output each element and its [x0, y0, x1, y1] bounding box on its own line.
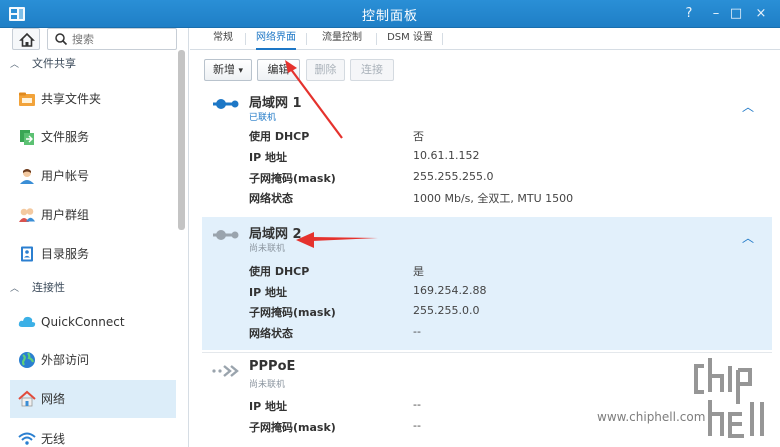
- main-panel: 常规 网络界面 流量控制 DSM 设置 新增 ▾ 编辑 删除 连接 局域网 1 …: [190, 28, 780, 447]
- directory-icon: [21, 246, 33, 262]
- user-icon: [20, 169, 34, 184]
- row-dhcp: 使用 DHCP 是: [249, 265, 424, 278]
- section-file-sharing[interactable]: ︿ 文件共享: [10, 54, 76, 74]
- group-icon: [19, 208, 35, 222]
- home-button[interactable]: [12, 28, 40, 50]
- house-network-icon: [18, 390, 36, 407]
- chevron-up-icon: ︿: [10, 60, 20, 70]
- minimize-button[interactable]: –: [706, 4, 726, 24]
- tab-separator: [306, 33, 307, 45]
- home-icon: [19, 32, 35, 47]
- sidebar-scrollbar[interactable]: [178, 50, 185, 230]
- row-ip: IP 地址 10.61.1.152: [249, 149, 480, 164]
- ethernet-connected-icon: [213, 99, 239, 109]
- tab-separator: [442, 33, 443, 45]
- interface-lan1[interactable]: 局域网 1 已联机 ︿ 使用 DHCP 否 IP 地址 10.61.1.152 子网…: [202, 86, 772, 211]
- chevron-up-icon: ︿: [10, 284, 20, 294]
- sidebar-item-user[interactable]: 用户帐号: [10, 157, 176, 195]
- watermark-url: www.chiphell.com: [597, 410, 706, 424]
- sidebar-item-group[interactable]: 用户群组: [10, 196, 176, 234]
- interface-pppoe[interactable]: PPPoE 尚未联机 IP 地址 -- 子网掩码(mask) --: [202, 351, 772, 447]
- search-box[interactable]: [47, 28, 177, 50]
- pppoe-icon: [212, 365, 239, 377]
- sidebar-item-directory[interactable]: 目录服务: [10, 235, 176, 273]
- tab-traffic-control[interactable]: 流量控制: [317, 28, 367, 50]
- cloud-icon: [18, 316, 36, 327]
- delete-button[interactable]: 删除: [306, 59, 345, 81]
- sidebar-item-external-access[interactable]: 外部访问: [10, 341, 176, 379]
- sidebar-item-wireless[interactable]: 无线: [10, 420, 176, 447]
- connect-button[interactable]: 连接: [350, 59, 394, 81]
- sidebar: ︿文件共享 共享文件夹 文件服务 用户帐号 用户群组: [0, 28, 189, 447]
- globe-icon: [19, 352, 35, 368]
- tab-separator: [245, 33, 246, 45]
- section-connectivity[interactable]: ︿ 连接性: [10, 278, 65, 298]
- caret-down-icon: ▾: [238, 66, 244, 76]
- sidebar-item-shared-folder[interactable]: 共享文件夹: [10, 80, 176, 118]
- tab-dsm-settings[interactable]: DSM 设置: [386, 28, 434, 50]
- sidebar-item-quickconnect[interactable]: QuickConnect: [10, 303, 176, 341]
- interface-status: 已联机: [249, 113, 277, 123]
- file-services-icon: [20, 130, 34, 145]
- close-button[interactable]: ×: [751, 4, 771, 24]
- ethernet-disconnected-icon: [213, 230, 239, 240]
- row-ip: IP 地址 169.254.2.88: [249, 284, 487, 299]
- create-button[interactable]: 新增 ▾: [204, 59, 252, 81]
- search-input[interactable]: [72, 31, 172, 47]
- row-dhcp: 使用 DHCP 否: [249, 130, 424, 143]
- interface-lan2[interactable]: 局域网 2 尚未联机 ︿ 使用 DHCP 是 IP 地址 169.254.2.88 …: [202, 217, 772, 350]
- tab-general[interactable]: 常规: [210, 28, 236, 50]
- row-mask: 子网掩码(mask) 255.255.255.0: [249, 170, 494, 185]
- chevron-up-icon[interactable]: ︿: [742, 98, 754, 115]
- interface-name: 局域网 2: [249, 227, 302, 242]
- search-icon: [55, 33, 68, 46]
- row-mask: 子网掩码(mask) 255.255.0.0: [249, 304, 480, 319]
- sidebar-item-file-services[interactable]: 文件服务: [10, 118, 176, 156]
- wifi-icon: [18, 432, 36, 445]
- interface-name: 局域网 1: [249, 96, 302, 111]
- edit-button[interactable]: 编辑: [257, 59, 300, 81]
- row-status: 网络状态 1000 Mb/s, 全双工, MTU 1500: [249, 192, 574, 205]
- tab-network-interface[interactable]: 网络界面: [256, 28, 296, 50]
- interface-status: 尚未联机: [249, 380, 286, 390]
- help-button[interactable]: ?: [679, 4, 699, 24]
- window-titlebar: 控制面板 ? – □ ×: [0, 0, 780, 28]
- tab-separator: [376, 33, 377, 45]
- window-title: 控制面板: [361, 9, 418, 24]
- tab-bar: 常规 网络界面 流量控制 DSM 设置: [190, 28, 780, 50]
- row-status: 网络状态 --: [249, 325, 421, 340]
- folder-share-icon: [19, 92, 35, 106]
- interface-name: PPPoE: [249, 359, 296, 374]
- interface-status: 尚未联机: [249, 244, 286, 254]
- sidebar-item-network[interactable]: 网络: [10, 380, 176, 418]
- chevron-up-icon[interactable]: ︿: [742, 229, 754, 246]
- maximize-button[interactable]: □: [726, 4, 746, 24]
